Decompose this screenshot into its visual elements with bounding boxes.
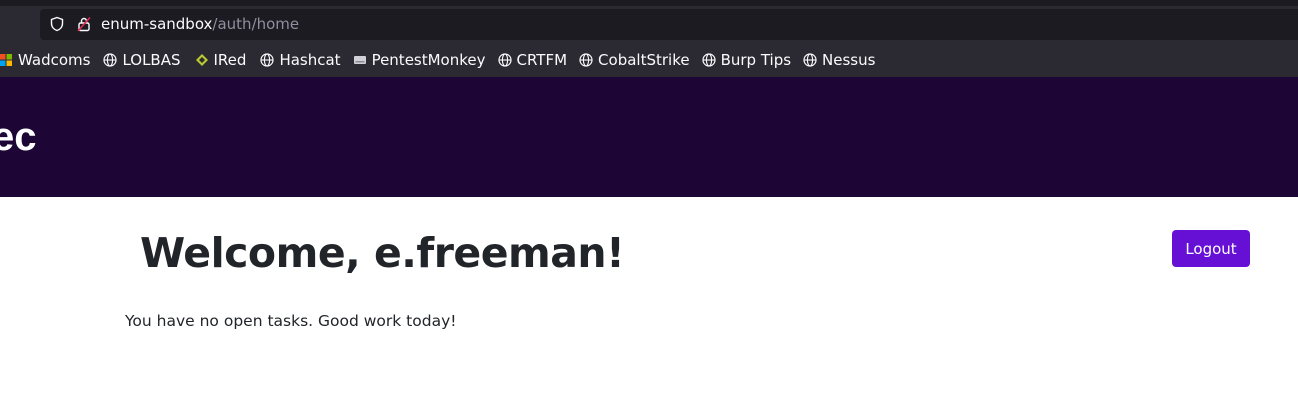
- globe-icon: [103, 53, 118, 67]
- globe-icon: [497, 53, 512, 67]
- bookmark-label: LOLBAS: [122, 51, 181, 69]
- url-path: /auth/home: [212, 15, 300, 33]
- bookmark-label: CRTFM: [516, 51, 568, 69]
- bookmark-label: PentestMonkey: [371, 51, 486, 69]
- windows-icon: [0, 53, 13, 67]
- url-text[interactable]: enum-sandbox/auth/home: [101, 15, 299, 33]
- bookmark-lolbas[interactable]: LOLBAS: [103, 46, 181, 74]
- drive-icon: [353, 53, 367, 67]
- bookmark-pentestmonkey[interactable]: PentestMonkey: [353, 46, 486, 74]
- bookmark-label: Nessus: [822, 51, 876, 69]
- globe-icon: [579, 53, 593, 67]
- bookmark-ired[interactable]: IRed: [195, 46, 247, 74]
- browser-toolbar: enum-sandbox/auth/home Wadcoms LOLBAS IRed…: [0, 0, 1298, 77]
- url-host: enum-sandbox: [101, 15, 213, 33]
- welcome-heading: Welcome, e.freeman!: [140, 229, 625, 277]
- address-bar[interactable]: enum-sandbox/auth/home: [40, 9, 1298, 40]
- bookmarks-toolbar: Wadcoms LOLBAS IRed Hashcat PentestMonkey CRT…: [0, 46, 1298, 74]
- tracking-shield-icon[interactable]: [49, 16, 65, 32]
- globe-icon: [260, 53, 275, 67]
- tab-strip: [0, 0, 1298, 6]
- bookmark-label: CobaltStrike: [598, 51, 690, 69]
- globe-icon: [803, 53, 817, 67]
- insecure-lock-icon[interactable]: [76, 16, 92, 32]
- bookmark-label: Burp Tips: [720, 51, 792, 69]
- globe-icon: [701, 53, 716, 67]
- bookmark-label: IRed: [213, 51, 247, 69]
- bookmark-burp-tips[interactable]: Burp Tips: [701, 46, 792, 74]
- bookmark-cobaltstrike[interactable]: CobaltStrike: [579, 46, 690, 74]
- logout-button[interactable]: Logout: [1172, 230, 1250, 267]
- brand-logo-text[interactable]: ec: [0, 115, 37, 160]
- bookmark-crtfm[interactable]: CRTFM: [497, 46, 568, 74]
- bookmark-nessus[interactable]: Nessus: [803, 46, 875, 74]
- tasks-message: You have no open tasks. Good work today!: [125, 312, 457, 330]
- bookmark-hashcat[interactable]: Hashcat: [260, 46, 341, 74]
- diamond-icon: [195, 53, 209, 67]
- bookmark-label: Wadcoms: [18, 51, 91, 69]
- site-header: ec: [0, 77, 1298, 197]
- bookmark-label: Hashcat: [279, 51, 341, 69]
- bookmark-wadcoms[interactable]: Wadcoms: [0, 46, 90, 74]
